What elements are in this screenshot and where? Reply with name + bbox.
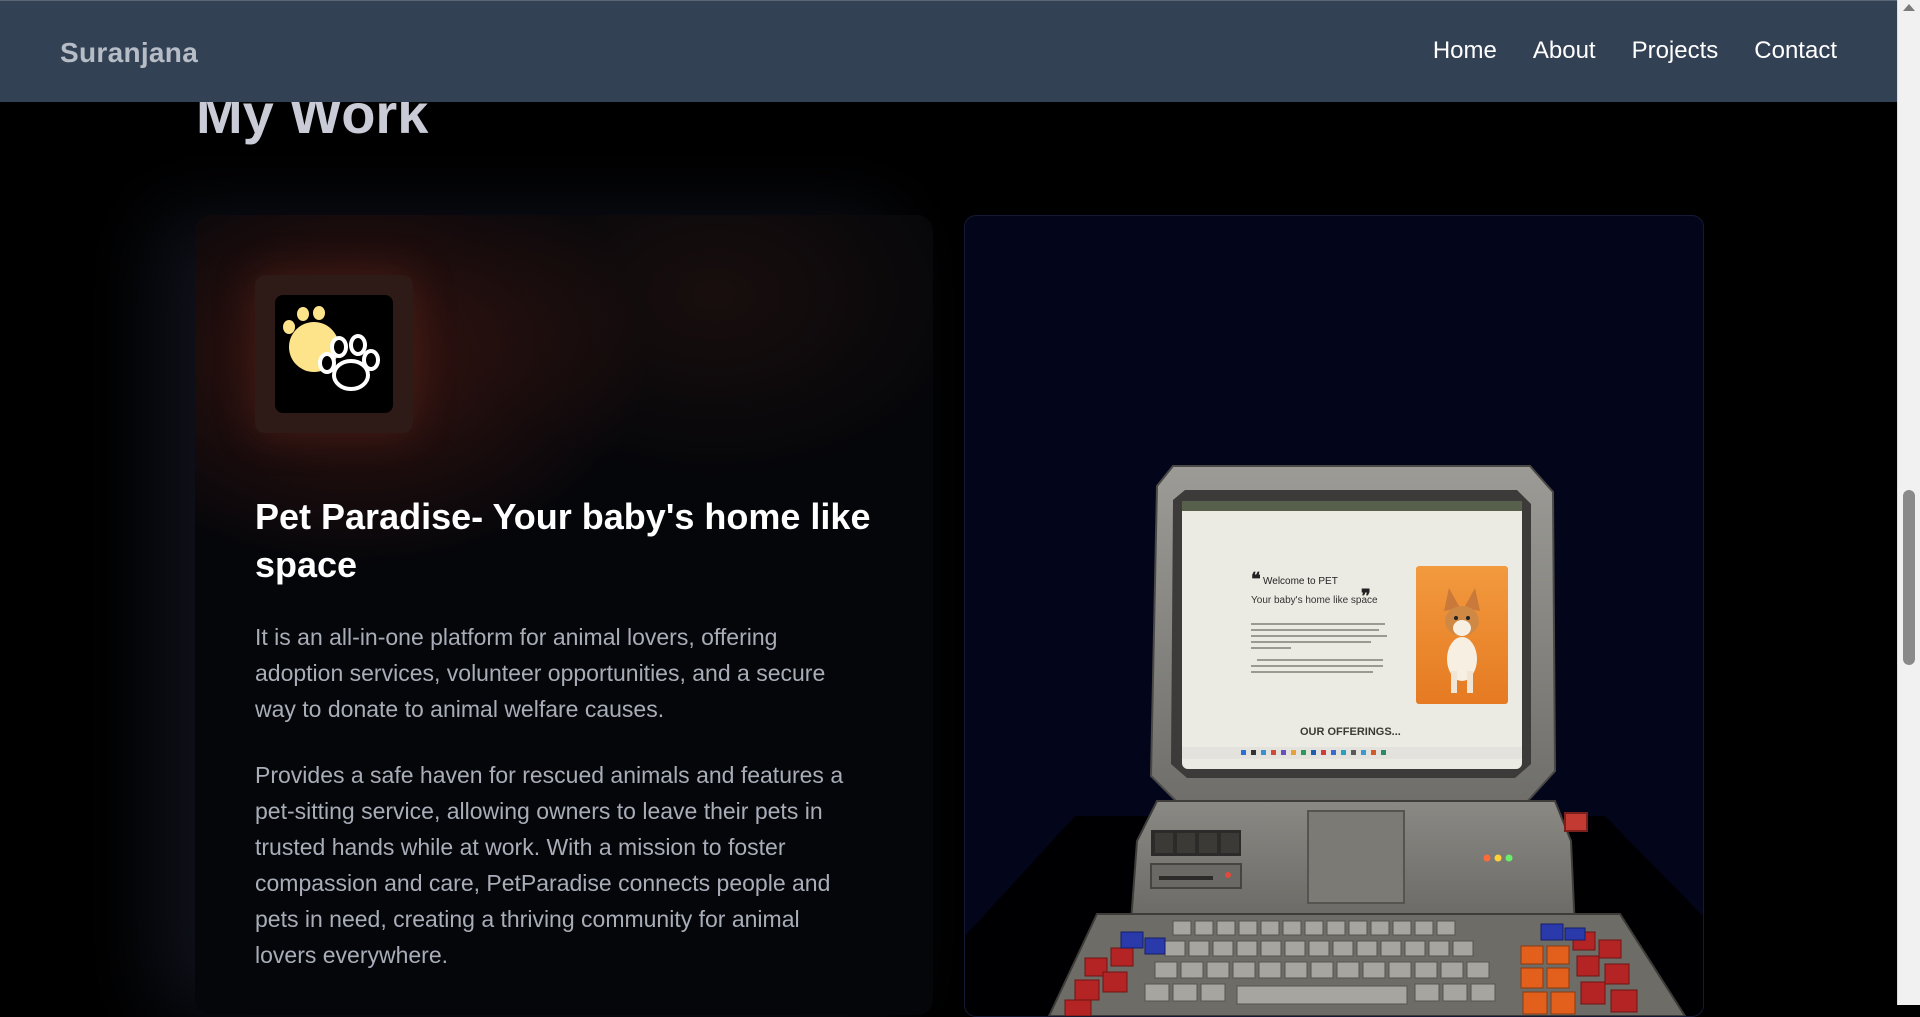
preview-taskbar-icons: [1241, 750, 1386, 755]
top-navbar: Suranjana Home About Projects Contact: [0, 0, 1897, 102]
project-description-2: Provides a safe haven for rescued animal…: [255, 762, 844, 968]
project-card: Pet Paradise- Your baby's home like spac…: [195, 215, 933, 1015]
nav-link-about[interactable]: About: [1533, 37, 1596, 65]
nav-link-home[interactable]: Home: [1433, 37, 1497, 65]
project-logo-frame: [255, 275, 413, 433]
keyboard-keys: [1144, 920, 1496, 1005]
svg-text:❝: ❝: [1251, 569, 1261, 590]
paw-icon: [283, 306, 380, 391]
page-scrollbar[interactable]: [1897, 0, 1920, 1005]
svg-text:❞: ❞: [1361, 586, 1371, 607]
nav-links: Home About Projects Contact: [1433, 37, 1837, 65]
scrollbar-thumb[interactable]: [1903, 490, 1915, 665]
retro-computer-illustration: ❝ Welcome to PET Your baby's home like s…: [965, 465, 1703, 1016]
brand-logo-text[interactable]: Suranjana: [60, 37, 198, 69]
nav-link-projects[interactable]: Projects: [1632, 37, 1719, 65]
project-logo: [275, 295, 393, 413]
scroll-up-arrow-icon[interactable]: [1903, 4, 1915, 11]
nav-link-contact[interactable]: Contact: [1754, 37, 1837, 65]
project-description-1: It is an all-in-one platform for animal …: [255, 624, 826, 722]
project-title: Pet Paradise- Your baby's home like spac…: [255, 496, 871, 585]
preview-screen-heading: Welcome to PET: [1263, 576, 1338, 587]
project-preview-card[interactable]: ❝ Welcome to PET Your baby's home like s…: [964, 215, 1704, 1017]
preview-screen-subheading: Your baby's home like space: [1251, 595, 1378, 606]
preview-screen-section-label: OUR OFFERINGS...: [1300, 726, 1401, 738]
